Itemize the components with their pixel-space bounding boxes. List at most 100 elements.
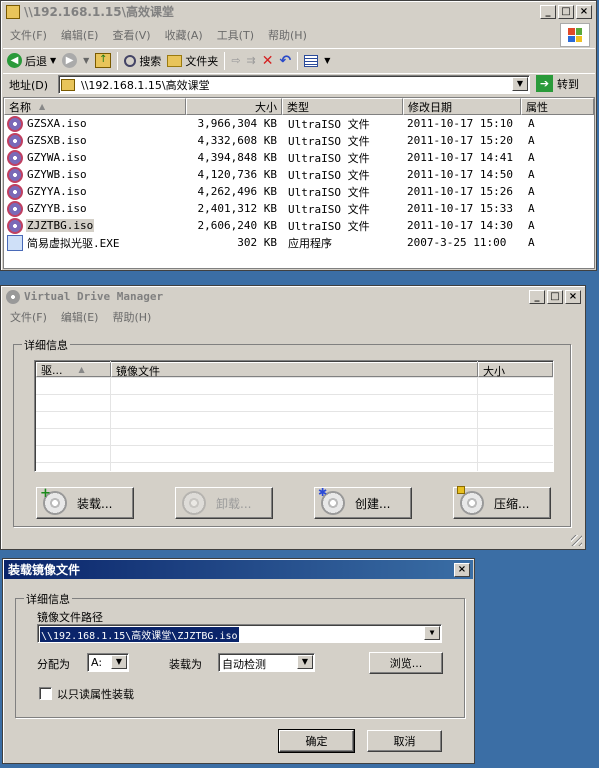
iso-disc-icon (7, 115, 23, 132)
menu-tools[interactable]: 工具(T) (210, 27, 261, 43)
vdm-window: Virtual Drive Manager _ □ × 文件(F) 编辑(E) … (0, 285, 586, 550)
up-folder-icon[interactable]: ↑ (95, 53, 112, 68)
menu-edit[interactable]: 编辑(E) (54, 27, 106, 43)
file-row[interactable]: GZSXB.iso 4,332,608 KB UltraISO 文件 2011-10-… (7, 132, 535, 149)
file-row[interactable]: GZYYB.iso 2,401,312 KB UltraISO 文件 2011-10-… (7, 200, 535, 217)
drive-letter-select[interactable]: A: ▼ (87, 653, 129, 672)
column-header-drive[interactable]: 驱... ▲ (36, 362, 111, 377)
menu-view[interactable]: 查看(V) (105, 27, 157, 43)
cancel-button[interactable]: 取消 (367, 730, 442, 752)
ok-button[interactable]: 确定 (278, 729, 355, 753)
address-input[interactable]: \\192.168.1.15\高效课堂 ▼ (58, 75, 530, 94)
menu-help[interactable]: 帮助(H) (261, 27, 314, 43)
mount-type-select[interactable]: 自动检测 ▼ (218, 653, 315, 672)
iso-disc-icon (7, 166, 23, 183)
mount-as-label: 装载为 (169, 658, 202, 671)
folder-network-icon (61, 78, 75, 91)
menu-favorites[interactable]: 收藏(A) (158, 27, 210, 43)
readonly-checkbox[interactable] (39, 687, 52, 700)
vdm-app-icon (6, 289, 20, 304)
menu-help[interactable]: 帮助(H) (105, 309, 158, 325)
dialog-title: 装载镜像文件 (8, 563, 81, 577)
drive-letter-dropdown-button[interactable]: ▼ (111, 655, 127, 669)
unmount-button[interactable]: 卸载... (175, 487, 273, 519)
maximize-button[interactable]: □ (547, 290, 563, 304)
menu-bar: 文件(F) 编辑(E) 帮助(H) (3, 307, 583, 326)
maximize-button[interactable]: □ (558, 5, 574, 19)
windows-logo-icon (560, 23, 590, 47)
column-header-type[interactable]: 类型 (282, 98, 403, 115)
folders-button[interactable]: 文件夹 (167, 53, 218, 69)
file-row[interactable]: GZYYA.iso 4,262,496 KB UltraISO 文件 2011-10-… (7, 183, 535, 200)
image-path-label: 镜像文件路径 (37, 611, 103, 624)
readonly-label: 以只读属性装载 (57, 688, 134, 701)
file-row[interactable]: GZSXA.iso 3,966,304 KB UltraISO 文件 2011-10-… (7, 115, 535, 132)
move-to-icon[interactable]: ⇨ (231, 54, 240, 67)
address-dropdown-button[interactable]: ▼ (512, 77, 528, 91)
address-bar: 地址(D) \\192.168.1.15\高效课堂 ▼ ➔ 转到 (3, 73, 595, 95)
views-icon[interactable] (304, 54, 319, 67)
column-header-size[interactable]: 大小 (478, 362, 553, 378)
minimize-button[interactable]: _ (540, 5, 556, 19)
address-label: 地址(D) (9, 79, 49, 92)
dialog-titlebar[interactable]: 装载镜像文件 × (4, 560, 473, 579)
column-header-image-file[interactable]: 镜像文件 (111, 362, 478, 378)
iso-disc-icon (7, 149, 23, 166)
folder-icon (167, 54, 183, 67)
back-arrow-icon: ◀ (7, 53, 22, 68)
menu-file[interactable]: 文件(F) (3, 27, 54, 43)
back-button[interactable]: ◀ 后退 ▼ (7, 53, 56, 69)
file-row[interactable]: GZYWA.iso 4,394,848 KB UltraISO 文件 2011-10-… (7, 149, 535, 166)
iso-disc-icon (7, 183, 23, 200)
column-header-attributes[interactable]: 属性 (521, 98, 594, 115)
copy-to-icon[interactable]: ⇉ (247, 54, 256, 67)
menu-file[interactable]: 文件(F) (3, 309, 54, 325)
minimize-button[interactable]: _ (529, 290, 545, 304)
close-button[interactable]: × (576, 5, 592, 19)
image-path-value: \\192.168.1.15\高效课堂\ZJZTBG.iso (40, 627, 239, 642)
create-button[interactable]: ✱ 创建... (314, 486, 412, 519)
mount-type-dropdown-button[interactable]: ▼ (297, 655, 313, 669)
iso-disc-icon (7, 132, 23, 149)
search-button[interactable]: 搜索 (124, 53, 161, 69)
menu-bar: 文件(F) 编辑(E) 查看(V) 收藏(A) 工具(T) 帮助(H) (3, 25, 594, 44)
image-path-combo[interactable]: \\192.168.1.15\高效课堂\ZJZTBG.iso ▼ (37, 624, 442, 643)
drive-list[interactable]: 驱... ▲ 镜像文件 大小 (34, 360, 554, 472)
browse-button[interactable]: 浏览... (369, 652, 443, 674)
group-title: 详细信息 (22, 337, 70, 353)
close-button[interactable]: × (565, 290, 581, 304)
search-icon (124, 54, 137, 67)
undo-icon[interactable]: ↶ (279, 53, 291, 69)
application-icon (7, 234, 23, 251)
delete-icon[interactable]: ✕ (262, 53, 274, 69)
vdm-titlebar[interactable]: Virtual Drive Manager _ □ × (2, 287, 584, 306)
menu-edit[interactable]: 编辑(E) (54, 309, 106, 325)
iso-disc-icon (7, 200, 23, 217)
assign-label: 分配为 (37, 658, 70, 671)
close-button[interactable]: × (454, 563, 470, 577)
explorer-titlebar[interactable]: \\192.168.1.15\高效课堂 _ □ × (2, 2, 595, 21)
go-button[interactable]: ➔ 转到 (536, 75, 579, 92)
disc-compress-icon (457, 486, 484, 515)
file-row-selected[interactable]: ZJZTBG.iso 2,606,240 KB UltraISO 文件 2011-10… (7, 217, 535, 234)
disc-create-icon: ✱ (318, 486, 345, 515)
window-title: \\192.168.1.15\高效课堂 (24, 5, 174, 19)
go-arrow-icon: ➔ (536, 75, 553, 92)
compress-button[interactable]: 压缩... (453, 486, 551, 519)
mount-button[interactable]: + 装载... (36, 486, 134, 519)
iso-disc-icon (7, 217, 23, 234)
column-header-modified[interactable]: 修改日期 (403, 98, 521, 115)
resize-grip-icon[interactable] (571, 535, 582, 546)
forward-arrow-icon[interactable]: ▶ (62, 53, 78, 68)
column-header-size[interactable]: 大小 (186, 98, 282, 115)
file-row[interactable]: 简易虚拟光驱.EXE 302 KB 应用程序 2007-3-25 11:00 A (7, 234, 535, 251)
explorer-window: \\192.168.1.15\高效课堂 _ □ × 文件(F) 编辑(E) 查看… (0, 0, 597, 271)
window-title: Virtual Drive Manager (24, 290, 164, 303)
disc-eject-icon (182, 491, 206, 515)
disc-add-icon: + (40, 486, 67, 515)
file-row[interactable]: GZYWB.iso 4,120,736 KB UltraISO 文件 2011-10-… (7, 166, 535, 183)
mount-image-dialog: 装载镜像文件 × 详细信息 镜像文件路径 \\192.168.1.15\高效课堂… (2, 558, 475, 764)
column-header-name[interactable]: 名称 ▲ (4, 98, 186, 115)
group-title: 详细信息 (24, 591, 72, 607)
path-dropdown-button[interactable]: ▼ (424, 626, 440, 640)
